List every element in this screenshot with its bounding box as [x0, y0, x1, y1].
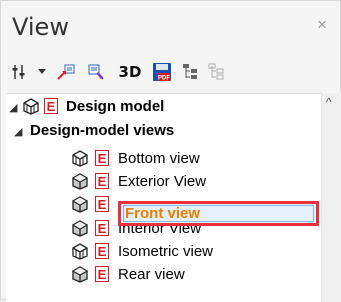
- vertical-scrollbar[interactable]: ^: [321, 93, 341, 301]
- dropdown-arrow-icon[interactable]: [37, 59, 47, 85]
- expanded-arrow-icon[interactable]: ◢: [9, 101, 17, 114]
- filter-options-icon[interactable]: [11, 59, 27, 85]
- tree-item-label: Bottom view: [118, 150, 200, 167]
- cube-shaded-icon: [71, 220, 89, 241]
- tree-item-exterior-view[interactable]: E Exterior View: [6, 171, 321, 193]
- panel-title: View: [12, 13, 69, 41]
- e-badge-icon: E: [95, 173, 109, 189]
- svg-text:PDF: PDF: [158, 76, 170, 82]
- add-view-icon[interactable]: [57, 59, 77, 85]
- 3d-button[interactable]: 3D: [116, 59, 144, 85]
- tree-root-label: Design model: [66, 98, 165, 115]
- cube-icon: [71, 243, 89, 264]
- view-settings-icon[interactable]: [87, 59, 107, 85]
- e-badge-icon: E: [95, 220, 109, 236]
- pdf-save-icon[interactable]: PDF: [151, 59, 173, 85]
- tree-item-rear-view[interactable]: E Rear view: [6, 264, 321, 286]
- scroll-up-icon[interactable]: ^: [326, 95, 332, 109]
- cube-shaded-icon: [71, 173, 89, 194]
- cube-shaded-icon: [71, 266, 89, 287]
- close-icon[interactable]: ×: [317, 15, 327, 35]
- tree-root-row[interactable]: ◢ E Design model: [6, 96, 321, 118]
- tree-group-label: Design-model views: [30, 122, 175, 139]
- e-badge-icon: E: [44, 98, 58, 114]
- view-panel: View × 3D PDF ◢ E Design model ◢ Design-…: [0, 0, 341, 302]
- selected-item-highlight[interactable]: Front view: [118, 201, 319, 226]
- e-badge-icon: E: [95, 266, 109, 282]
- e-badge-icon: E: [95, 196, 109, 212]
- tree-item-label: Exterior View: [118, 173, 207, 190]
- tree-item-label-selected: Front view: [125, 205, 201, 222]
- cube-icon: [71, 150, 89, 171]
- tree-group-row[interactable]: ◢ Design-model views: [6, 120, 321, 142]
- expanded-arrow-icon[interactable]: ◢: [14, 125, 22, 138]
- collapse-tree-icon[interactable]: [207, 59, 227, 85]
- view-tree: ◢ E Design model ◢ Design-model views E …: [6, 93, 321, 302]
- cube-icon: [22, 98, 40, 119]
- e-badge-icon: E: [95, 243, 109, 259]
- tree-item-label: Rear view: [118, 266, 185, 283]
- panel-titlebar: View ×: [1, 1, 340, 49]
- expand-tree-icon[interactable]: [181, 59, 201, 85]
- tree-item-bottom-view[interactable]: E Bottom view: [6, 148, 321, 170]
- toolbar: 3D PDF: [1, 59, 340, 93]
- cube-shaded-icon: [71, 196, 89, 217]
- tree-item-label: Isometric view: [118, 243, 214, 260]
- e-badge-icon: E: [95, 150, 109, 166]
- tree-item-isometric-view[interactable]: E Isometric view: [6, 241, 321, 263]
